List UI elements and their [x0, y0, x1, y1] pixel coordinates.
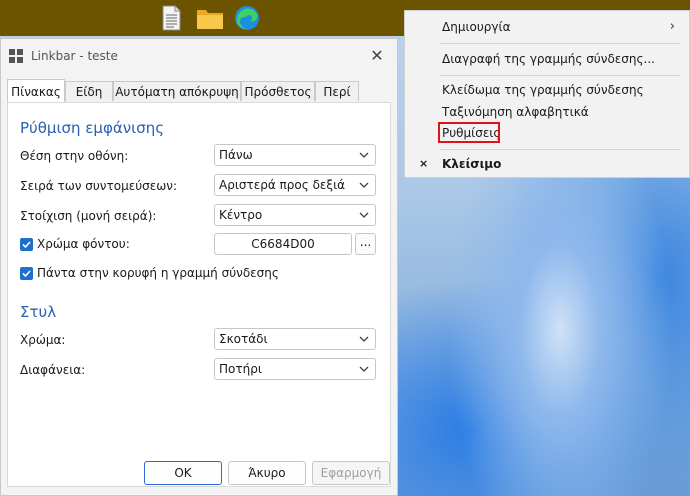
- bgcolor-checkbox[interactable]: [20, 238, 33, 251]
- settings-highlight-box: [438, 122, 500, 143]
- menu-item-lock[interactable]: Κλείδωμα της γραμμής σύνδεσης: [442, 83, 644, 97]
- alignment-label: Στοίχιση (μονή σειρά):: [20, 209, 157, 223]
- tab-about[interactable]: Περί: [315, 81, 359, 101]
- tab-panel[interactable]: Πίνακας: [7, 79, 65, 102]
- bgcolor-label: Χρώμα φόντου:: [37, 237, 130, 251]
- color-combobox[interactable]: Σκοτάδι: [214, 328, 376, 350]
- color-picker-button[interactable]: ...: [355, 233, 376, 255]
- menu-item-close[interactable]: Κλείσιμο: [442, 157, 501, 171]
- chevron-down-icon: [358, 362, 370, 376]
- appearance-section-title: Ρύθμιση εμφάνισης: [20, 119, 165, 137]
- document-icon[interactable]: [158, 5, 184, 31]
- always-on-top-label: Πάντα στην κορυφή η γραμμή σύνδεσης: [37, 266, 279, 280]
- title-bar[interactable]: Linkbar - teste ✕: [1, 39, 397, 73]
- position-label: Θέση στην οθόνη:: [20, 149, 129, 163]
- tab-addons[interactable]: Πρόσθετος: [241, 81, 315, 101]
- bgcolor-field[interactable]: C6684D00: [214, 233, 352, 255]
- menu-separator: [440, 75, 680, 76]
- tab-autohide[interactable]: Αυτόματη απόκρυψη: [113, 81, 241, 101]
- settings-panel: Ρύθμιση εμφάνισης Θέση στην οθόνη: Πάνω …: [7, 102, 391, 487]
- order-combobox[interactable]: Αριστερά προς δεξιά: [214, 174, 376, 196]
- menu-item-sort-alphabetically[interactable]: Ταξινόμηση αλφαβητικά: [442, 105, 589, 119]
- menu-item-delete[interactable]: Διαγραφή της γραμμής σύνδεσης...: [442, 52, 655, 66]
- color-value: Σκοτάδι: [219, 332, 268, 346]
- position-value: Πάνω: [219, 148, 253, 162]
- always-on-top-checkbox[interactable]: [20, 267, 33, 280]
- chevron-down-icon: [358, 208, 370, 222]
- ok-button[interactable]: OK: [144, 461, 222, 485]
- alignment-combobox[interactable]: Κέντρο: [214, 204, 376, 226]
- folder-icon[interactable]: [196, 5, 223, 31]
- order-label: Σειρά των συντομεύσεων:: [20, 179, 178, 193]
- apply-button[interactable]: Εφαρμογή: [312, 461, 390, 485]
- color-label: Χρώμα:: [20, 333, 66, 347]
- style-section-title: Στυλ: [20, 303, 57, 321]
- tab-types[interactable]: Είδη: [65, 81, 113, 101]
- menu-separator: [440, 43, 680, 44]
- chevron-down-icon: [358, 332, 370, 346]
- edge-browser-icon[interactable]: [234, 5, 260, 31]
- chevron-down-icon: [358, 178, 370, 192]
- transparency-combobox[interactable]: Ποτήρι: [214, 358, 376, 380]
- linkbar-settings-dialog: Linkbar - teste ✕ Πίνακας Είδη Αυτόματη …: [0, 38, 398, 496]
- transparency-value: Ποτήρι: [219, 362, 262, 376]
- position-combobox[interactable]: Πάνω: [214, 144, 376, 166]
- app-grid-icon: [9, 49, 23, 63]
- chevron-right-icon: ›: [669, 19, 675, 34]
- close-button[interactable]: ✕: [363, 43, 391, 69]
- chevron-down-icon: [358, 148, 370, 162]
- transparency-label: Διαφάνεια:: [20, 363, 86, 377]
- order-value: Αριστερά προς δεξιά: [219, 178, 346, 192]
- linkbar-context-menu: Δημιουργία › Διαγραφή της γραμμής σύνδεσ…: [404, 10, 690, 178]
- menu-separator: [440, 149, 680, 150]
- close-x-icon: ×: [419, 157, 429, 170]
- window-title: Linkbar - teste: [31, 49, 118, 63]
- cancel-button[interactable]: Άκυρο: [228, 461, 306, 485]
- menu-item-create[interactable]: Δημιουργία: [442, 20, 510, 34]
- alignment-value: Κέντρο: [219, 208, 263, 222]
